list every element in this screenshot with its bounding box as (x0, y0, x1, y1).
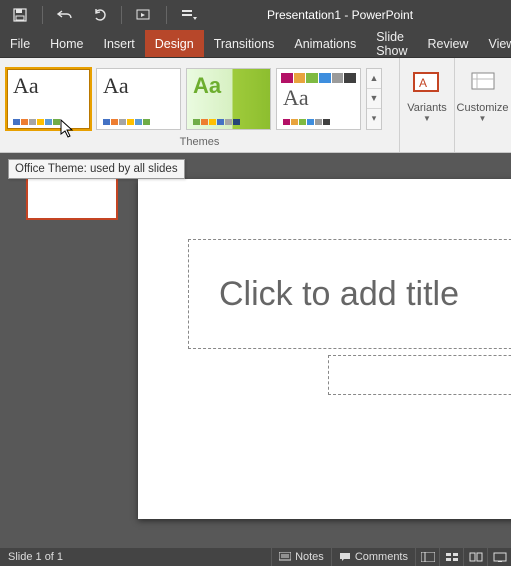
tab-home[interactable]: Home (40, 30, 93, 57)
theme-ion[interactable]: Aa (276, 68, 361, 130)
slideshow-view-icon (493, 552, 507, 562)
slide-counter[interactable]: Slide 1 of 1 (0, 551, 71, 563)
tab-slideshow[interactable]: Slide Show (366, 30, 417, 57)
themes-group: Aa Aa Aa Aa (0, 58, 400, 152)
tab-review[interactable]: Review (417, 30, 478, 57)
gallery-row-up-icon[interactable]: ▲ (367, 69, 381, 89)
gallery-row-down-icon[interactable]: ▼ (367, 89, 381, 109)
comments-icon (339, 552, 351, 562)
slide[interactable]: Click to add title Click to add subtitle (138, 179, 511, 519)
save-button[interactable] (6, 1, 34, 29)
comments-button[interactable]: Comments (331, 548, 415, 566)
chevron-down-icon: ▼ (479, 114, 487, 123)
ribbon-tabs: File Home Insert Design Transitions Anim… (0, 30, 511, 58)
theme-office-swatches (13, 119, 60, 125)
sorter-view-icon (445, 552, 459, 562)
themes-gallery-more[interactable]: ▲ ▼ ▾ (366, 68, 382, 130)
chevron-down-icon: ▼ (423, 114, 431, 123)
qat-customize-button[interactable] (175, 1, 203, 29)
tab-file[interactable]: File (0, 30, 40, 57)
window-title: Presentation1 - PowerPoint (209, 8, 511, 22)
tab-view[interactable]: View (478, 30, 511, 57)
reading-view-icon (469, 552, 483, 562)
tab-insert[interactable]: Insert (94, 30, 145, 57)
workspace: 1 Click to add title Click to add subtit… (0, 153, 511, 548)
slideshow-view-button[interactable] (487, 548, 511, 566)
tooltip: Office Theme: used by all slides (8, 159, 185, 179)
undo-button[interactable] (51, 1, 79, 29)
slide-canvas-area[interactable]: Click to add title Click to add subtitle (128, 153, 511, 548)
reading-view-button[interactable] (463, 548, 487, 566)
theme-office-2[interactable]: Aa (96, 68, 181, 130)
tab-transitions[interactable]: Transitions (204, 30, 285, 57)
start-from-beginning-button[interactable] (130, 1, 158, 29)
title-bar: Presentation1 - PowerPoint (0, 0, 511, 30)
quick-access-toolbar (0, 1, 209, 29)
title-placeholder[interactable]: Click to add title (188, 239, 511, 349)
slide-thumbnail-pane[interactable]: 1 (0, 153, 128, 548)
theme-office[interactable]: Aa (6, 68, 91, 130)
themes-group-label: Themes (0, 134, 399, 152)
svg-text:A: A (419, 76, 427, 90)
normal-view-icon (421, 552, 435, 562)
tab-design[interactable]: Design (145, 30, 204, 57)
subtitle-placeholder[interactable]: Click to add subtitle (328, 355, 511, 395)
theme-facet[interactable]: Aa (186, 68, 271, 130)
gallery-expand-icon[interactable]: ▾ (367, 109, 381, 128)
redo-button[interactable] (85, 1, 113, 29)
customize-icon (465, 66, 501, 100)
status-bar: Slide 1 of 1 Notes Comments (0, 548, 511, 566)
notes-icon (279, 552, 291, 562)
normal-view-button[interactable] (415, 548, 439, 566)
ribbon: Aa Aa Aa Aa (0, 58, 511, 153)
notes-button[interactable]: Notes (271, 548, 331, 566)
variants-group[interactable]: A Variants ▼ (400, 58, 455, 152)
customize-group[interactable]: Customize ▼ (455, 58, 510, 152)
tab-animations[interactable]: Animations (284, 30, 366, 57)
slide-sorter-view-button[interactable] (439, 548, 463, 566)
variants-icon: A (409, 66, 445, 100)
